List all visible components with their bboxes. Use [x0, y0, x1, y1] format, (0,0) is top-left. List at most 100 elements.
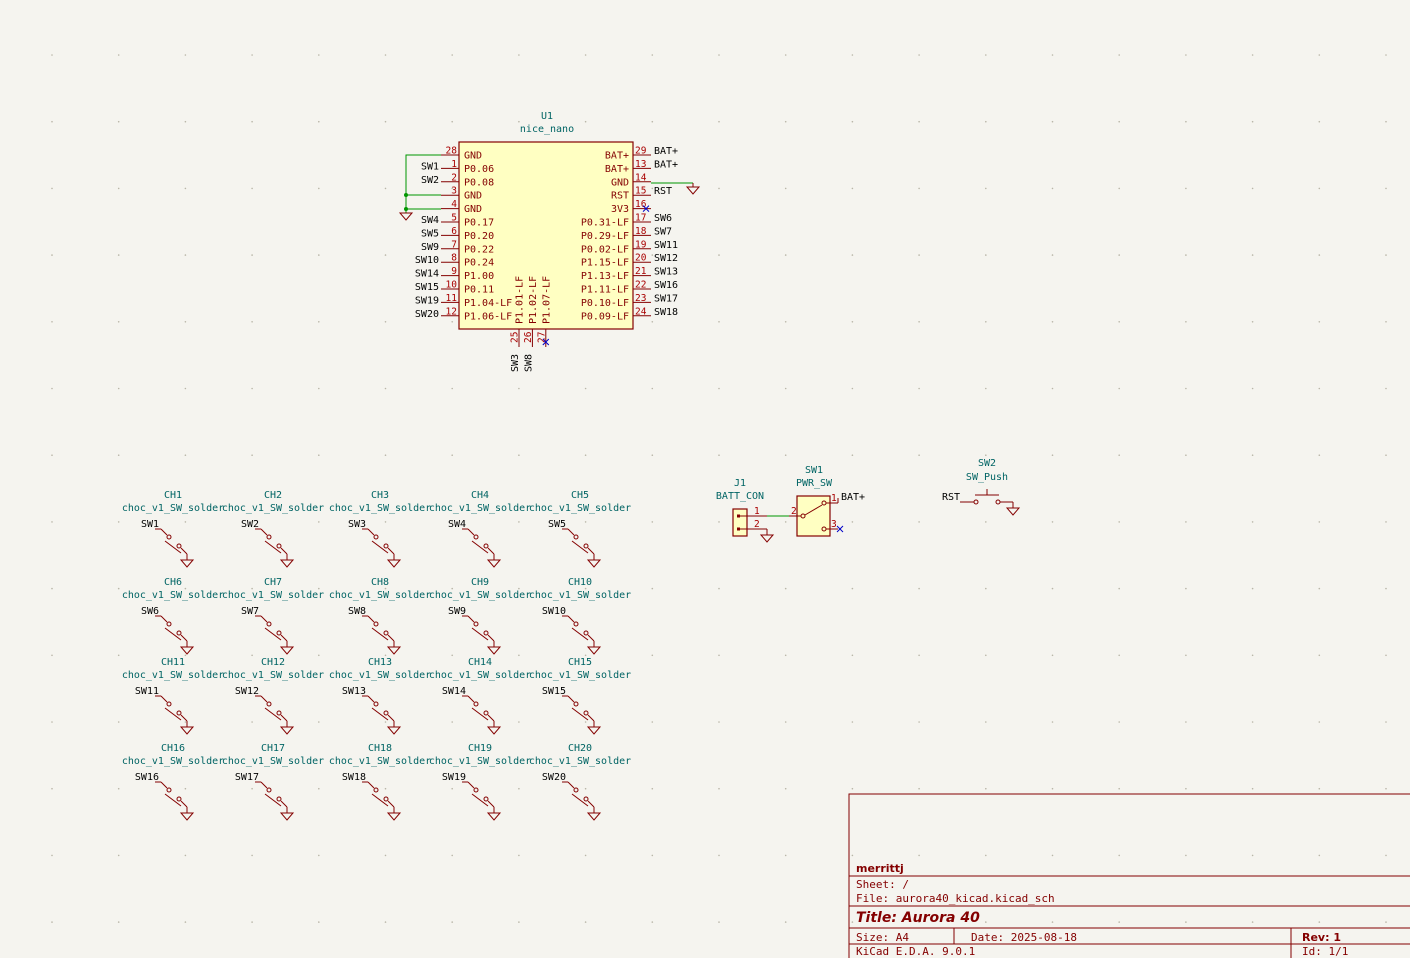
- u1-nice-nano-symbol[interactable]: U1 nice_nano 28 GND1 P0.06SW12 P0.08SW23 GND…: [398, 111, 701, 372]
- key-switch[interactable]: CH11 choc_v1_SW_solder SW11: [122, 657, 224, 735]
- switch-value: choc_v1_SW_solder: [529, 503, 631, 514]
- key-switch[interactable]: CH15 choc_v1_SW_solder SW15: [529, 657, 631, 735]
- net-label: SW4: [421, 215, 439, 226]
- gnd-symbol-right: [685, 183, 701, 195]
- sw1-body: [796, 495, 831, 537]
- net-label: SW5: [421, 228, 439, 239]
- title-block-file: File: aurora40_kicad.kicad_sch: [856, 892, 1055, 905]
- switch-value: choc_v1_SW_solder: [429, 756, 531, 767]
- key-switch[interactable]: CH5 choc_v1_SW_solder SW5: [529, 490, 631, 568]
- u1-pin-name: P0.08: [464, 177, 494, 188]
- switch-value: choc_v1_SW_solder: [122, 756, 224, 767]
- key-switch[interactable]: CH20 choc_v1_SW_solder SW20: [529, 743, 631, 821]
- u1-pin-name: P0.09-LF: [581, 311, 629, 322]
- key-switch[interactable]: CH3 choc_v1_SW_solder SW3: [329, 490, 431, 568]
- u1-pin-number: 26: [523, 331, 534, 343]
- switch-reference: CH5: [571, 490, 589, 501]
- net-label: SW5: [548, 519, 566, 530]
- u1-pin-name: P1.11-LF: [581, 285, 629, 296]
- u1-pin-number: 3: [451, 186, 457, 197]
- key-switch[interactable]: CH16 choc_v1_SW_solder SW16: [122, 743, 224, 821]
- gnd-symbol: [386, 559, 402, 568]
- u1-pin-number: 8: [451, 253, 457, 264]
- key-switch[interactable]: CH12 choc_v1_SW_solder SW12: [222, 657, 324, 735]
- switch-reference: CH19: [468, 743, 492, 754]
- net-label: SW6: [141, 606, 159, 617]
- u1-pin-number: 11: [446, 293, 458, 304]
- switch-reference: CH1: [164, 490, 182, 501]
- switch-reference: CH4: [471, 490, 489, 501]
- u1-pin-name: GND: [464, 204, 482, 215]
- switch-value: choc_v1_SW_solder: [222, 670, 324, 681]
- gnd-symbol: [486, 726, 502, 735]
- title-block-tool: KiCad E.D.A. 9.0.1: [856, 945, 975, 958]
- u1-pin-number: 12: [446, 306, 457, 317]
- u1-pin-name: P1.04-LF: [464, 298, 512, 309]
- u1-pin-name: P0.11: [464, 285, 494, 296]
- sw1-pin1: 1: [831, 493, 837, 504]
- net-label: SW9: [448, 606, 466, 617]
- title-block-rev: Rev: 1: [1302, 931, 1341, 944]
- u1-pin-number: 22: [635, 280, 646, 291]
- key-switch[interactable]: CH10 choc_v1_SW_solder SW10: [529, 577, 631, 655]
- net-label: SW1: [421, 161, 439, 172]
- gnd-symbol: [586, 559, 602, 568]
- net-label: SW7: [654, 226, 672, 237]
- net-label: BAT+: [654, 159, 678, 170]
- net-label: SW11: [135, 686, 159, 697]
- j1-body: [732, 508, 748, 537]
- switch-reference: CH13: [368, 657, 392, 668]
- switch-reference: CH18: [368, 743, 392, 754]
- switch-value: choc_v1_SW_solder: [329, 670, 431, 681]
- switch-value: choc_v1_SW_solder: [429, 590, 531, 601]
- u1-pin-name: GND: [464, 191, 482, 202]
- key-switch[interactable]: CH17 choc_v1_SW_solder SW17: [222, 743, 324, 821]
- net-label: SW9: [421, 242, 439, 253]
- switch-reference: CH7: [264, 577, 282, 588]
- u1-pin-number: 17: [635, 213, 646, 224]
- u1-pin-name: P1.15-LF: [581, 258, 629, 269]
- switch-value: choc_v1_SW_solder: [222, 756, 324, 767]
- u1-pin-name: P0.22: [464, 244, 494, 255]
- sw1-pin2: 2: [791, 506, 797, 517]
- net-label: SW17: [235, 772, 259, 783]
- sw1-power-switch[interactable]: SW1 PWR_SW 2 1 3 BAT+: [789, 465, 865, 537]
- net-label: SW20: [415, 309, 439, 320]
- net-label: SW19: [415, 295, 439, 306]
- u1-pin-name: BAT+: [605, 151, 629, 162]
- schematic-canvas[interactable]: U1 nice_nano 28 GND1 P0.06SW12 P0.08SW23 GND…: [0, 0, 1410, 958]
- u1-pin-name: P1.07-LF: [541, 276, 552, 324]
- sw2-reset-button[interactable]: SW2 SW_Push RST: [942, 458, 1021, 516]
- key-switch[interactable]: CH14 choc_v1_SW_solder SW14: [429, 657, 531, 735]
- key-switch[interactable]: CH6 choc_v1_SW_solder SW6: [122, 577, 224, 655]
- switch-reference: CH9: [471, 577, 489, 588]
- key-switch[interactable]: CH13 choc_v1_SW_solder SW13: [329, 657, 431, 735]
- u1-pin-number: 21: [635, 266, 647, 277]
- key-switch[interactable]: CH1 choc_v1_SW_solder SW1: [122, 490, 224, 568]
- net-label: BAT+: [654, 146, 678, 157]
- key-switch[interactable]: CH19 choc_v1_SW_solder SW19: [429, 743, 531, 821]
- key-switch[interactable]: CH9 choc_v1_SW_solder SW9: [429, 577, 531, 655]
- net-label: SW15: [415, 282, 439, 293]
- net-label: SW16: [135, 772, 159, 783]
- switch-value: choc_v1_SW_solder: [329, 590, 431, 601]
- key-switch[interactable]: CH18 choc_v1_SW_solder SW18: [329, 743, 431, 821]
- gnd-symbol: [279, 646, 295, 655]
- switch-value: choc_v1_SW_solder: [222, 590, 324, 601]
- key-switch[interactable]: CH8 choc_v1_SW_solder SW8: [329, 577, 431, 655]
- switch-value: choc_v1_SW_solder: [329, 503, 431, 514]
- key-switch[interactable]: CH4 choc_v1_SW_solder SW4: [429, 490, 531, 568]
- net-label: SW20: [542, 772, 566, 783]
- u1-bottom-pins: 25P1.01-LFSW326P1.02-LFSW827P1.07-LF: [510, 276, 553, 372]
- key-switch[interactable]: CH2 choc_v1_SW_solder SW2: [222, 490, 324, 568]
- u1-pin-number: 6: [451, 226, 457, 237]
- key-switch[interactable]: CH7 choc_v1_SW_solder SW7: [222, 577, 324, 655]
- u1-pin-name: P0.29-LF: [581, 231, 629, 242]
- j1-battery-connector[interactable]: J1 BATT_CON 1 2: [716, 478, 789, 543]
- net-label: SW15: [542, 686, 566, 697]
- u1-pin-name: P0.31-LF: [581, 218, 629, 229]
- switch-reference: CH3: [371, 490, 389, 501]
- u1-pin-number: 29: [635, 146, 647, 157]
- gnd-symbol: [386, 726, 402, 735]
- net-label: SW8: [523, 354, 534, 372]
